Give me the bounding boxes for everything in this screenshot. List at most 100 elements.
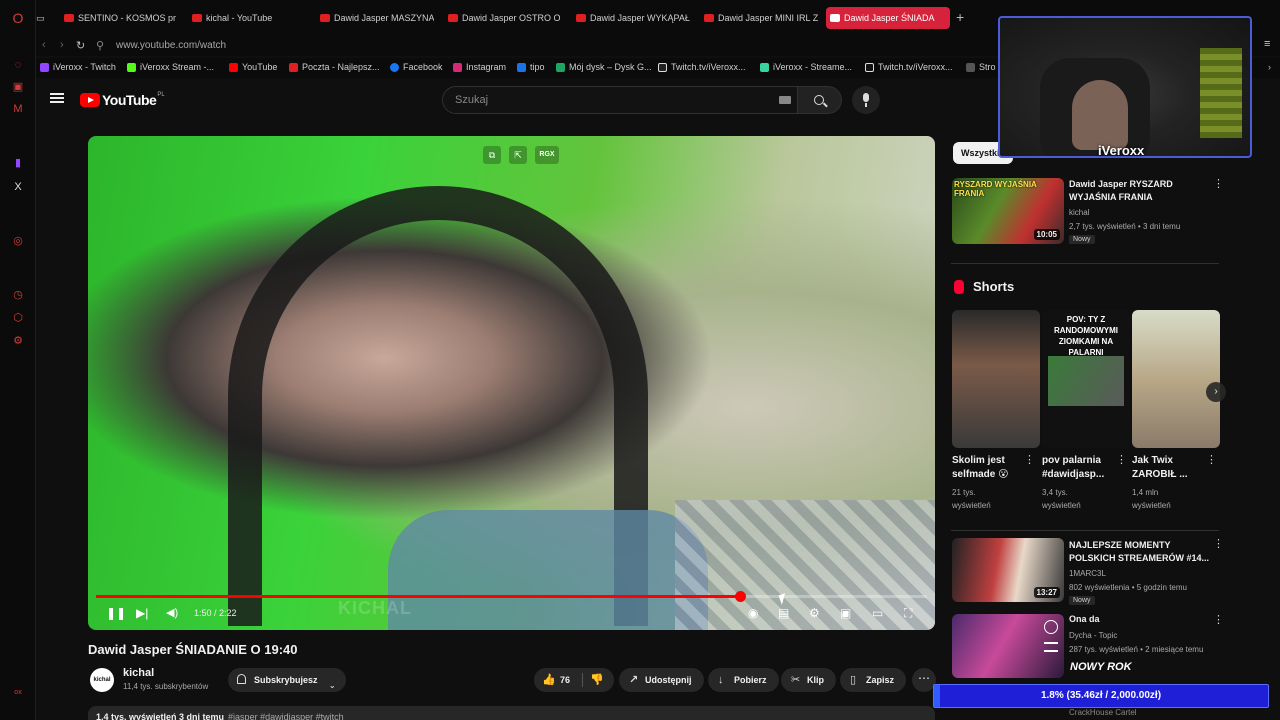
divider (951, 263, 1219, 264)
next-icon[interactable]: ▶| (136, 606, 148, 620)
miniplayer-icon[interactable]: ▣ (840, 606, 851, 620)
bookmark-item[interactable]: iVeroxx Stream -... (127, 62, 214, 72)
channel-avatar[interactable]: kichal (90, 668, 114, 692)
kebab-menu-icon[interactable]: ⋮ (1116, 455, 1127, 466)
back-icon[interactable]: ‹ (42, 39, 46, 51)
more-icon[interactable]: ox (11, 686, 25, 700)
bookmark-item[interactable]: YouTube (229, 62, 277, 72)
watch-later-icon[interactable] (1044, 620, 1058, 634)
reload-icon[interactable]: ↻ (76, 39, 85, 52)
bookmarks-more-icon[interactable]: › (1268, 62, 1271, 72)
volume-icon[interactable]: ◀) (166, 606, 178, 619)
settings-gear-icon[interactable]: ⚙ (809, 606, 820, 620)
autoplay-toggle[interactable]: ◉ (748, 606, 758, 620)
progress-bar[interactable] (96, 591, 927, 602)
tab-item[interactable]: Dawid Jasper MINI IRL Z (700, 7, 818, 29)
video-channel[interactable]: kichal (1069, 206, 1089, 219)
theater-mode-icon[interactable]: ▭ (872, 606, 883, 620)
short-thumbnail[interactable]: POV: TY Z RANDOMOWYMI ZIOMKAMI NA PALARN… (1042, 310, 1130, 448)
extensions-icon[interactable]: ⬡ (11, 311, 25, 325)
keyboard-icon[interactable] (779, 96, 791, 104)
url-field[interactable]: www.youtube.com/watch (116, 40, 226, 51)
like-count[interactable]: 76 (560, 675, 570, 685)
new-tab-button[interactable]: + (956, 9, 964, 25)
opera-logo-icon[interactable]: O (11, 11, 25, 25)
kebab-menu-icon[interactable]: ⋮ (1213, 539, 1224, 550)
kebab-menu-icon[interactable]: ⋮ (1206, 455, 1217, 466)
mail-icon[interactable]: M (11, 102, 25, 116)
popout-icon[interactable]: ⇱ (509, 146, 527, 164)
video-thumbnail[interactable]: 13:27 (952, 538, 1064, 602)
bookmark-item[interactable]: iVeroxx - Streame... (760, 62, 852, 72)
youtube-favicon-icon (64, 14, 74, 22)
bookmark-item[interactable]: Instagram (453, 62, 506, 72)
short-title[interactable]: pov palarnia #dawidjasp... (1042, 454, 1114, 482)
subscribe-button[interactable]: Subskrybujesz ⌄ (228, 668, 346, 692)
video-title[interactable]: NAJLEPSZE MOMENTY POLSKICH STREAMERÓW #14… (1069, 539, 1209, 565)
settings-icon[interactable]: ⚙ (11, 334, 25, 348)
share-button[interactable]: ↗ Udostępnij (619, 668, 704, 692)
easy-setup-icon[interactable]: ≡ (1264, 38, 1270, 50)
subtitles-icon[interactable]: ▤ (778, 606, 789, 620)
bookmark-item[interactable]: Stro (966, 62, 996, 72)
channel-name[interactable]: kichal (123, 667, 154, 679)
youtube-logo[interactable]: YouTube PL (80, 92, 165, 108)
video-channel[interactable]: 1MARC3L (1069, 567, 1106, 580)
short-thumbnail[interactable] (952, 310, 1040, 448)
bookmark-item[interactable]: Facebook (390, 62, 443, 72)
twitch-icon (40, 63, 49, 72)
add-to-queue-icon[interactable] (1044, 642, 1058, 652)
search-input[interactable] (443, 87, 763, 113)
tab-item[interactable]: SENTINO - KOSMOS proc (60, 7, 176, 29)
history-icon[interactable]: ◷ (11, 288, 25, 302)
video-thumbnail[interactable] (952, 614, 1064, 678)
bookmark-item[interactable]: tipo (517, 62, 545, 72)
news-icon[interactable]: ▣ (11, 80, 25, 94)
tab-item[interactable]: kichal - YouTube (188, 7, 306, 29)
kick-icon (127, 63, 136, 72)
video-thumbnail[interactable]: RYSZARD WYJAŚNIA FRANIA 10:05 (952, 178, 1064, 244)
copy-icon[interactable]: ⧉ (483, 146, 501, 164)
site-info-icon[interactable]: ⚲ (96, 39, 104, 52)
video-player[interactable]: ⧉ ⇱ RGX KICHAL ❚❚ ▶| ◀) 1:50 / 2:22 ◉ ▤ … (88, 136, 935, 630)
pause-icon[interactable]: ❚❚ (106, 606, 126, 620)
search-button[interactable] (798, 86, 842, 114)
bookmark-item[interactable]: Twitch.tv/iVeroxx... (658, 62, 746, 72)
voice-search-icon[interactable] (852, 86, 880, 114)
kebab-menu-icon[interactable]: ⋮ (1024, 455, 1035, 466)
description-box[interactable]: 1,4 tys. wyświetleń 3 dni temu #jasper #d… (88, 706, 935, 720)
player-icon[interactable]: ◎ (11, 234, 25, 248)
bookmark-item[interactable]: iVeroxx - Twitch (40, 62, 116, 72)
bookmark-item[interactable]: Twitch.tv/iVeroxx... (865, 62, 953, 72)
short-title[interactable]: Skolim jest selfmade 😮 (952, 454, 1024, 482)
tab-item[interactable]: Dawid Jasper MASZYNA (316, 7, 434, 29)
short-title[interactable]: Jak Twix ZAROBIŁ ... (1132, 454, 1204, 482)
menu-icon[interactable] (50, 93, 64, 103)
bookmark-item[interactable]: Mój dysk – Dysk G... (556, 62, 652, 72)
facebook-icon (390, 63, 399, 72)
tab-item[interactable]: Dawid Jasper OSTRO O K (444, 7, 562, 29)
shorts-next-icon[interactable]: › (1206, 382, 1226, 402)
like-icon[interactable]: 👍 (542, 673, 556, 686)
video-title[interactable]: Dawid Jasper RYSZARD WYJAŚNIA FRANIA (1069, 178, 1173, 204)
download-button[interactable]: ↓ Pobierz (708, 668, 779, 692)
progress-scrubber[interactable] (735, 591, 747, 602)
save-button[interactable]: ▯ Zapisz (840, 668, 907, 692)
tab-menu-icon[interactable]: ▭ (36, 7, 50, 29)
tab-item-active[interactable]: Dawid Jasper ŚNIADA (826, 7, 950, 29)
tab-item[interactable]: Dawid Jasper WYKĄPAŁI (572, 7, 690, 29)
kebab-menu-icon[interactable]: ⋮ (1213, 615, 1224, 626)
x-icon[interactable]: X (11, 180, 25, 194)
bookmark-item[interactable]: Poczta - Najlepsz... (289, 62, 380, 72)
messenger-icon[interactable]: ◌ (11, 58, 25, 72)
dislike-icon[interactable]: 👎 (590, 673, 604, 686)
forward-icon[interactable]: › (60, 39, 64, 51)
short-thumbnail[interactable] (1132, 310, 1220, 448)
clip-button[interactable]: ✂ Klip (781, 668, 836, 692)
kebab-menu-icon[interactable]: ⋮ (1213, 179, 1224, 190)
overlay-badge[interactable]: RGX (535, 146, 559, 164)
video-title[interactable]: Ona da (1069, 613, 1100, 626)
twitch-icon[interactable]: ▮ (11, 156, 25, 170)
fullscreen-icon[interactable]: ⛶ (904, 606, 912, 621)
video-channel[interactable]: Dycha - Topic (1069, 629, 1117, 642)
